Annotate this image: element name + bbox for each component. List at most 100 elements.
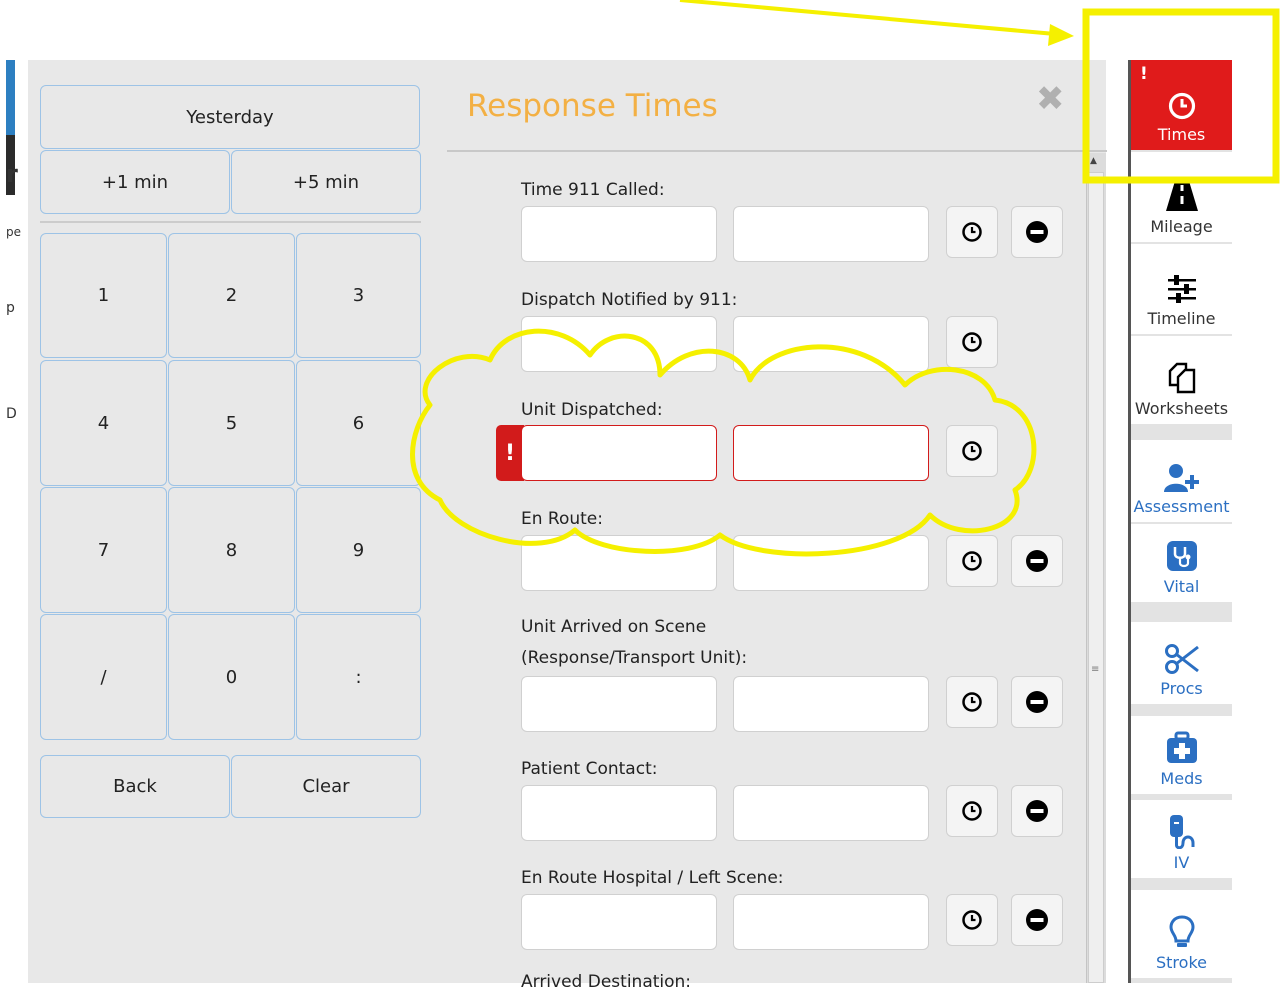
scrollbar-thumb[interactable] (1088, 172, 1104, 983)
clear-button[interactable]: Clear (231, 755, 421, 818)
keypad-key-slash[interactable]: / (40, 614, 167, 740)
time-911-called-now-button[interactable] (946, 206, 998, 258)
dialog-title: Response Times (467, 88, 718, 124)
medkit-icon (1166, 731, 1197, 763)
time-911-called-date-input[interactable] (521, 206, 717, 262)
patient-contact-clear-button[interactable] (1011, 785, 1063, 837)
field-label-dispatch-notified: Dispatch Notified by 911: (521, 290, 738, 310)
clock-icon (1168, 92, 1195, 120)
patient-contact-now-button[interactable] (946, 785, 998, 837)
yesterday-button[interactable]: Yesterday (40, 85, 420, 149)
background-text-fragment: pe (6, 225, 21, 239)
keypad-key-2[interactable]: 2 (168, 233, 295, 358)
nav-tab-label: IV (1173, 853, 1190, 872)
dispatch-notified-date-input[interactable] (521, 316, 717, 372)
minus-circle-icon (1026, 909, 1048, 931)
nav-tab-assessment[interactable]: Assessment (1131, 440, 1232, 522)
patient-contact-time-input[interactable] (733, 785, 929, 841)
time-911-called-time-input[interactable] (733, 206, 929, 262)
scrollbar-grip-icon: ≡ (1091, 664, 1100, 675)
annotation-arrow-head-icon (1048, 24, 1074, 46)
nav-tab-stroke[interactable]: Stroke (1131, 890, 1232, 978)
scroll-up-arrow-icon[interactable]: ▲ (1090, 156, 1097, 166)
sliders-icon (1167, 275, 1196, 303)
close-icon[interactable]: ✖ (1036, 82, 1065, 116)
unit-dispatched-now-button[interactable] (946, 425, 998, 477)
clock-icon (962, 332, 982, 352)
clock-icon (962, 551, 982, 571)
keypad-key-colon[interactable]: : (296, 614, 421, 740)
unit-arrived-clear-button[interactable] (1011, 676, 1063, 728)
lightbulb-icon (1168, 915, 1195, 947)
en-route-hospital-date-input[interactable] (521, 894, 717, 950)
en-route-now-button[interactable] (946, 535, 998, 587)
background-blue-bar (6, 60, 15, 135)
nav-tab-vital[interactable]: Vital (1131, 524, 1232, 602)
nav-tab-iv[interactable]: IV (1131, 800, 1232, 878)
time-911-called-clear-button[interactable] (1011, 206, 1063, 258)
patient-contact-date-input[interactable] (521, 785, 717, 841)
field-label-patient-contact: Patient Contact: (521, 759, 658, 779)
background-text-fragment: p (6, 300, 15, 316)
unit-dispatched-date-input[interactable] (521, 425, 717, 481)
field-label-unit-arrived: Unit Arrived on Scene (521, 617, 707, 637)
minus-circle-icon (1026, 550, 1048, 572)
nav-tab-procs[interactable]: Procs (1131, 622, 1232, 704)
keypad-key-7[interactable]: 7 (40, 487, 167, 613)
clock-icon (962, 222, 982, 242)
back-button[interactable]: Back (40, 755, 230, 818)
keypad-divider (40, 221, 421, 223)
dispatch-notified-time-input[interactable] (733, 316, 929, 372)
keypad-key-5[interactable]: 5 (168, 360, 295, 486)
nav-tab-label: Stroke (1156, 953, 1207, 972)
plus-5-min-button[interactable]: +5 min (231, 150, 421, 214)
en-route-clear-button[interactable] (1011, 535, 1063, 587)
nav-tab-label: Mileage (1150, 217, 1213, 236)
nav-tab-timeline[interactable]: Timeline (1131, 244, 1232, 334)
keypad-key-6[interactable]: 6 (296, 360, 421, 486)
field-label-unit-arrived-sub: (Response/Transport Unit): (521, 648, 748, 668)
nav-tab-label: Worksheets (1134, 399, 1229, 418)
field-label-en-route: En Route: (521, 509, 603, 529)
en-route-time-input[interactable] (733, 535, 929, 591)
keypad-key-9[interactable]: 9 (296, 487, 421, 613)
keypad-key-0[interactable]: 0 (168, 614, 295, 740)
field-label-en-route-hospital: En Route Hospital / Left Scene: (521, 868, 784, 888)
unit-arrived-now-button[interactable] (946, 676, 998, 728)
nav-tab-label: Meds (1160, 769, 1203, 788)
clock-icon (962, 441, 982, 461)
nav-tab-mileage[interactable]: Mileage (1131, 152, 1232, 242)
unit-dispatched-time-input[interactable] (733, 425, 929, 481)
keypad-key-1[interactable]: 1 (40, 233, 167, 358)
plus-1-min-button[interactable]: +1 min (40, 150, 230, 214)
minus-circle-icon (1026, 221, 1048, 243)
scissors-icon (1164, 644, 1199, 674)
field-label-unit-dispatched: Unit Dispatched: (521, 400, 663, 420)
minus-circle-icon (1026, 691, 1048, 713)
background-text-fragment: r (6, 160, 18, 188)
nav-tab-label: Vital (1163, 577, 1200, 596)
background-text-fragment: D (6, 406, 17, 422)
validation-error-badge: ! (496, 425, 524, 481)
clock-icon (962, 910, 982, 930)
keypad-key-4[interactable]: 4 (40, 360, 167, 486)
dispatch-notified-now-button[interactable] (946, 316, 998, 368)
nav-tab-label: Times (1157, 125, 1206, 144)
field-label-arrived-destination: Arrived Destination: (521, 972, 692, 992)
clock-icon (962, 692, 982, 712)
nav-tab-worksheets[interactable]: Worksheets (1131, 336, 1232, 424)
en-route-hospital-time-input[interactable] (733, 894, 929, 950)
nav-tab-label: Procs (1160, 679, 1203, 698)
en-route-hospital-clear-button[interactable] (1011, 894, 1063, 946)
copy-icon (1168, 362, 1195, 394)
keypad-key-3[interactable]: 3 (296, 233, 421, 358)
unit-arrived-time-input[interactable] (733, 676, 929, 732)
unit-arrived-date-input[interactable] (521, 676, 717, 732)
nav-tab-meds[interactable]: Meds (1131, 716, 1232, 794)
en-route-hospital-now-button[interactable] (946, 894, 998, 946)
en-route-date-input[interactable] (521, 535, 717, 591)
keypad-key-8[interactable]: 8 (168, 487, 295, 613)
stethoscope-icon (1166, 541, 1197, 571)
background-page-edge: r pe p D (0, 60, 30, 983)
road-icon (1165, 181, 1198, 211)
